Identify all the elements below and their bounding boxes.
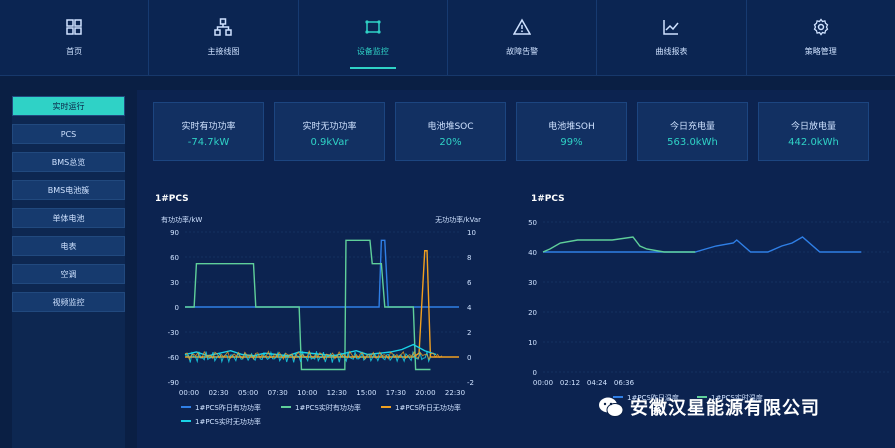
nav-item-5[interactable]: 策略管理: [747, 0, 895, 75]
nav-item-4[interactable]: 曲线报表: [597, 0, 747, 75]
legend-label: 1#PCS实时无功功率: [195, 417, 261, 426]
stat-card: 实时有功功率 -74.7kW: [153, 102, 264, 161]
x-tick: 06:36: [614, 379, 635, 387]
sidebar-item-0[interactable]: 实时运行: [12, 96, 125, 116]
series-line-2: [185, 250, 459, 358]
sidebar: 实时运行 PCS BMS总览 BMS电池簇 单体电池电表空调视频监控: [12, 96, 125, 448]
top-nav: 首页 主接线图 设备监控 故障告警 曲线报表 策略管理: [0, 0, 895, 76]
y-tick: 40: [528, 249, 537, 257]
line-chart-icon: [663, 20, 680, 35]
legend-label: 1#PCS昨日有功功率: [195, 403, 261, 412]
stat-value: 0.9kVar: [310, 137, 349, 148]
y-tick-right: 2: [467, 329, 471, 337]
stat-label: 电池堆SOC: [427, 122, 474, 132]
left-chart-title: 1#PCS: [155, 194, 189, 204]
y-tick: 10: [528, 339, 537, 347]
grid-icon: [66, 19, 82, 35]
series-line-0: [185, 239, 459, 308]
nav-item-3[interactable]: 故障告警: [448, 0, 598, 75]
stat-value: 20%: [439, 137, 462, 148]
stat-label: 实时有功功率: [181, 122, 236, 132]
nav-label: 曲线报表: [655, 47, 688, 56]
right-chart-title: 1#PCS: [531, 194, 565, 204]
series-line-1: [185, 239, 431, 371]
y-tick-left: -30: [168, 329, 179, 337]
y-tick-right: 4: [467, 304, 472, 312]
nav-label: 主接线图: [207, 47, 240, 56]
stat-card: 今日放电量 442.0kWh: [758, 102, 869, 161]
watermark-text: 安徽汉星能源有限公司: [630, 398, 820, 419]
topology-icon: [214, 18, 233, 36]
y-tick: 0: [533, 369, 537, 377]
warning-icon: [513, 18, 532, 35]
stat-card: 电池堆SOC 20%: [395, 102, 506, 161]
sidebar-item-6[interactable]: 空调: [12, 264, 125, 284]
y-tick: 50: [528, 219, 537, 227]
x-tick: 10:00: [297, 389, 317, 397]
nav-item-2[interactable]: 设备监控: [299, 0, 448, 75]
x-tick: 05:00: [238, 389, 258, 397]
stat-label: 今日放电量: [790, 122, 836, 132]
nav-item-0[interactable]: 首页: [0, 0, 150, 75]
series-line-1: [542, 236, 696, 253]
y-tick-right: 10: [467, 229, 476, 237]
sidebar-item-4[interactable]: 单体电池: [12, 208, 125, 228]
legend-label: 1#PCS实时有功功率: [295, 403, 361, 412]
sidebar-item-1[interactable]: PCS: [12, 124, 125, 144]
nav-label: 首页: [66, 47, 83, 56]
x-tick: 02:12: [560, 379, 580, 387]
nav-label: 策略管理: [804, 47, 837, 56]
y-tick-left: 0: [175, 304, 179, 312]
stat-value: 99%: [560, 137, 583, 148]
y-tick: 20: [528, 309, 537, 317]
x-tick: 00:00: [533, 379, 553, 387]
stat-card: 实时无功功率 0.9kVar: [274, 102, 385, 161]
sidebar-item-3[interactable]: BMS电池簇: [12, 180, 125, 200]
x-tick: 07:30: [268, 389, 288, 397]
x-tick: 15:00: [356, 389, 376, 397]
y-axis-label-right: 无功功率/kVar: [435, 215, 481, 224]
legend-label: 1#PCS昨日无功功率: [395, 403, 461, 412]
y-axis-label-left: 有功功率/kW: [161, 215, 202, 224]
y-tick-right: 0: [467, 354, 471, 362]
stat-value: -74.7kW: [187, 137, 230, 148]
x-tick: 04:24: [587, 379, 608, 387]
stat-label: 今日充电量: [669, 122, 715, 132]
y-tick-left: -60: [168, 354, 179, 362]
x-tick: 17:30: [386, 389, 406, 397]
y-tick-left: 90: [170, 229, 179, 237]
stat-label: 电池堆SOH: [548, 122, 595, 132]
watermark: 安徽汉星能源有限公司: [598, 388, 895, 426]
sidebar-item-2[interactable]: BMS总览: [12, 152, 125, 172]
x-tick: 20:00: [415, 389, 435, 397]
stat-value: 563.0kWh: [667, 137, 718, 148]
nav-label: 设备监控: [356, 47, 389, 56]
sidebar-item-5[interactable]: 电表: [12, 236, 125, 256]
y-tick: 30: [528, 279, 537, 287]
gear-icon: [813, 18, 829, 36]
stat-value: 442.0kWh: [788, 137, 839, 148]
y-tick-left: 60: [170, 254, 179, 262]
x-tick: 12:30: [327, 389, 347, 397]
y-tick-right: 6: [467, 279, 472, 287]
stat-label: 实时无功功率: [302, 122, 357, 132]
x-tick: 00:00: [179, 389, 199, 397]
nav-label: 故障告警: [506, 47, 539, 56]
x-tick: 02:30: [208, 389, 228, 397]
series-line-0: [543, 236, 862, 253]
x-tick: 22:30: [445, 389, 465, 397]
y-tick-left: -90: [168, 379, 179, 387]
y-tick-right: 8: [467, 254, 471, 262]
stat-card: 电池堆SOH 99%: [516, 102, 627, 161]
sidebar-item-7[interactable]: 视频监控: [12, 292, 125, 312]
nav-item-1[interactable]: 主接线图: [149, 0, 299, 75]
stat-card: 今日充电量 563.0kWh: [637, 102, 748, 161]
active-power-chart: 有功功率/kW 无功功率/kVar 90 60 30 0 -30 -60 -90 10 8 6 4 2 0 -…: [161, 215, 481, 426]
y-tick-right: -2: [467, 379, 474, 387]
y-tick-left: 30: [170, 279, 179, 287]
monitor-icon: [365, 20, 381, 34]
wechat-icon: [599, 397, 624, 417]
